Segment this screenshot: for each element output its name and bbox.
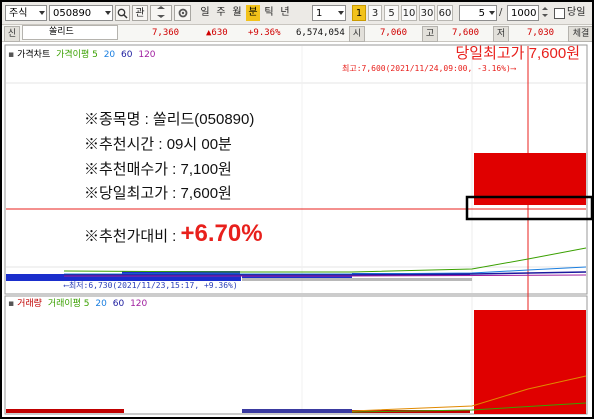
up-down-stepper[interactable]: [150, 5, 172, 21]
period-minute[interactable]: 분: [246, 5, 260, 21]
interval-1[interactable]: 1: [352, 5, 366, 21]
execution-label: 체결: [568, 26, 592, 42]
legend-price: 가격차트: [17, 50, 51, 60]
spin-input[interactable]: 5: [459, 5, 497, 21]
period-day[interactable]: 일: [198, 5, 212, 21]
ratio-stepper[interactable]: [540, 5, 552, 21]
spin-input-value: 5: [478, 8, 485, 19]
day-high-headline: 당일최고가 7,600원: [455, 45, 580, 62]
screenshot-frame: 주식 050890 관 일 주 월 분 틱 년 1 1 3 5 10 30 60…: [0, 0, 594, 419]
legend-ma20: 20: [103, 50, 116, 60]
legend-marker: ▪: [8, 50, 15, 60]
quote-bar: 신 쏠리드 7,360 ▲630 +9.36% 6,574,054 시 7,06…: [2, 25, 592, 42]
code-input-value: 050890: [53, 8, 92, 19]
open-label: 시: [349, 26, 365, 42]
info-stock-name: ※종목명 : 쏠리드(050890): [84, 111, 255, 128]
spinner-icon: [489, 11, 495, 15]
interval-10[interactable]: 10: [401, 5, 417, 21]
legend-ma5: 가격이평 5: [56, 50, 98, 60]
up-down-arrows-icon: [157, 6, 165, 18]
volume-bar: [6, 409, 124, 413]
period-week[interactable]: 주: [214, 5, 228, 21]
ref-button[interactable]: 관: [132, 5, 148, 21]
chevron-down-icon: [338, 11, 344, 15]
count-select[interactable]: 1: [312, 5, 346, 21]
info-rate-row: ※추천가대비 : +6.70%: [84, 220, 263, 248]
stock-name: 쏠리드: [22, 25, 118, 40]
info-rate-label: ※추천가대비 :: [84, 228, 181, 245]
chevron-down-icon: [39, 11, 45, 15]
high-annotation: 최고:7,600(2021/11/24,09:00, -3.16%)⟶: [342, 64, 516, 73]
high-label: 고: [422, 26, 438, 42]
info-day-high: ※당일최고가 : 7,600원: [84, 185, 232, 202]
market-select-value: 주식: [9, 8, 28, 19]
gear-icon: [178, 8, 187, 18]
volume-bar: [242, 409, 352, 413]
legend-vol-ma5: 거래이평 5: [47, 299, 90, 309]
price-candle: [242, 278, 472, 281]
price-legend: ▪ 가격차트 가격이평 5 20 60 120: [8, 47, 159, 60]
market-select[interactable]: 주식: [5, 5, 47, 21]
chart-window: 주식 050890 관 일 주 월 분 틱 년 1 1 3 5 10 30 60…: [2, 2, 592, 417]
legend-vol-ma120: 120: [130, 299, 148, 309]
up-down-arrows-icon: [542, 7, 548, 17]
interval-5[interactable]: 5: [384, 5, 399, 21]
interval-3[interactable]: 3: [368, 5, 382, 21]
low-annotation: ⟵최저:6,730(2021/11/23,15:17, +9.36%): [64, 281, 238, 290]
search-icon: [117, 8, 128, 19]
slash-separator: /: [499, 7, 503, 18]
current-price: 7,360: [152, 28, 180, 38]
price-change: ▲630: [206, 28, 228, 38]
legend-marker: ▪: [8, 299, 15, 309]
trade-volume: 6,574,054: [296, 28, 345, 38]
chevron-down-icon: [105, 11, 111, 15]
legend-ma60: 60: [121, 50, 133, 60]
code-input[interactable]: 050890: [49, 5, 113, 21]
settings-button[interactable]: [174, 5, 191, 21]
legend-volume: 거래량: [17, 299, 42, 309]
period-month[interactable]: 월: [230, 5, 244, 21]
ratio-input[interactable]: 1000: [507, 5, 539, 21]
period-tick[interactable]: 틱: [262, 5, 276, 21]
checkbox-box: [554, 8, 565, 19]
low-price: 7,030: [527, 28, 555, 38]
count-select-value: 1: [316, 8, 323, 19]
toolbar: 주식 050890 관 일 주 월 분 틱 년 1 1 3 5 10 30 60…: [2, 2, 592, 25]
volume-bar: [474, 310, 586, 414]
today-checkbox[interactable]: [554, 5, 566, 21]
credit-badge: 신: [4, 26, 20, 42]
today-label: 당일: [567, 7, 586, 18]
legend-vol-ma20: 20: [95, 299, 107, 309]
legend-ma120: 120: [138, 50, 156, 60]
interval-30[interactable]: 30: [419, 5, 435, 21]
search-button[interactable]: [115, 5, 130, 21]
high-price: 7,600: [452, 28, 480, 38]
open-price: 7,060: [380, 28, 408, 38]
info-rate-value: +6.70%: [180, 220, 263, 247]
legend-vol-ma60: 60: [112, 299, 125, 309]
info-rec-time: ※추천시간 : 09시 00분: [84, 136, 232, 153]
interval-60[interactable]: 60: [437, 5, 453, 21]
low-label: 저: [493, 26, 509, 42]
volume-legend: ▪ 거래량 거래이평 5 20 60 120: [8, 296, 150, 309]
period-year[interactable]: 년: [278, 5, 292, 21]
change-rate: +9.36%: [248, 28, 281, 38]
info-rec-price: ※추천매수가 : 7,100원: [84, 161, 232, 178]
